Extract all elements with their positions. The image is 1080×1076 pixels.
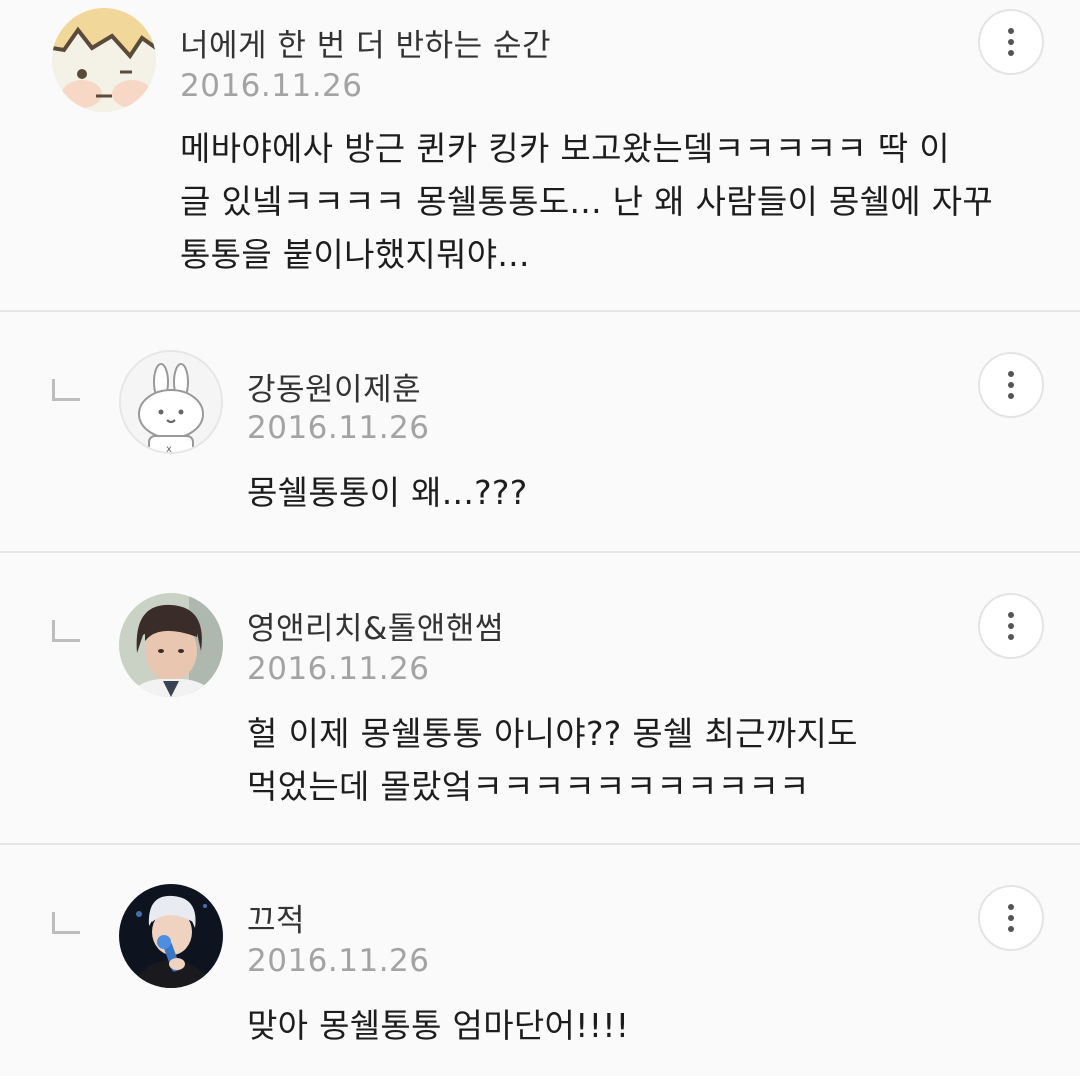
person-photo-icon (119, 593, 223, 697)
reply-arrow-icon (52, 912, 80, 934)
comment-body: 몽쉘통통이 왜...??? (247, 473, 528, 512)
more-vertical-icon (1008, 371, 1014, 399)
avatar[interactable] (119, 884, 223, 988)
comment-date: 2016.11.26 (247, 943, 430, 979)
more-options-button[interactable] (978, 9, 1044, 75)
comment-reply-item: 영앤리치&톨앤핸썸 2016.11.26 헐 이제 몽쉘통통 아니야?? 몽쉘 … (0, 553, 1080, 843)
reply-arrow-icon (52, 620, 80, 642)
more-vertical-icon (1008, 904, 1014, 932)
comment-date: 2016.11.26 (247, 651, 430, 687)
cat-character-icon (52, 8, 156, 112)
avatar[interactable] (52, 8, 156, 112)
more-vertical-icon (1008, 28, 1014, 56)
comment-author[interactable]: 강동원이제훈 (247, 364, 421, 409)
rabbit-character-icon: x (121, 352, 221, 452)
comment-item: 너에게 한 번 더 반하는 순간 2016.11.26 메바야에사 방근 퀸카 … (0, 0, 1080, 311)
svg-text:x: x (166, 444, 172, 452)
comment-author[interactable]: 끄적 (247, 895, 305, 940)
more-options-button[interactable] (978, 352, 1044, 418)
comment-date: 2016.11.26 (180, 68, 363, 104)
more-options-button[interactable] (978, 885, 1044, 951)
comment-body: 맞아 몽쉘통통 엄마단어!!!! (247, 1006, 630, 1045)
comment-reply-item: 끄적 2016.11.26 맞아 몽쉘통통 엄마단어!!!! (0, 845, 1080, 1076)
more-options-button[interactable] (978, 593, 1044, 659)
comment-date: 2016.11.26 (247, 410, 430, 446)
comment-author[interactable]: 영앤리치&톨앤핸썸 (247, 603, 504, 648)
comment-body: 메바야에사 방근 퀸카 킹카 보고왔는뎈ㅋㅋㅋㅋㅋ 딱 이 글 있넼ㅋㅋㅋㅋ 몽… (180, 129, 994, 274)
comment-reply-item: x 강동원이제훈 2016.11.26 몽쉘통통이 왜...??? (0, 312, 1080, 552)
reply-arrow-icon (52, 379, 80, 401)
person-photo-icon (119, 884, 223, 988)
comment-author[interactable]: 너에게 한 번 더 반하는 순간 (180, 20, 551, 65)
comment-body: 헐 이제 몽쉘통통 아니야?? 몽쉘 최근까지도 먹었는데 몰랐엌ㅋㅋㅋㅋㅋㅋㅋ… (247, 714, 858, 806)
avatar[interactable]: x (119, 350, 223, 454)
avatar[interactable] (119, 593, 223, 697)
more-vertical-icon (1008, 612, 1014, 640)
